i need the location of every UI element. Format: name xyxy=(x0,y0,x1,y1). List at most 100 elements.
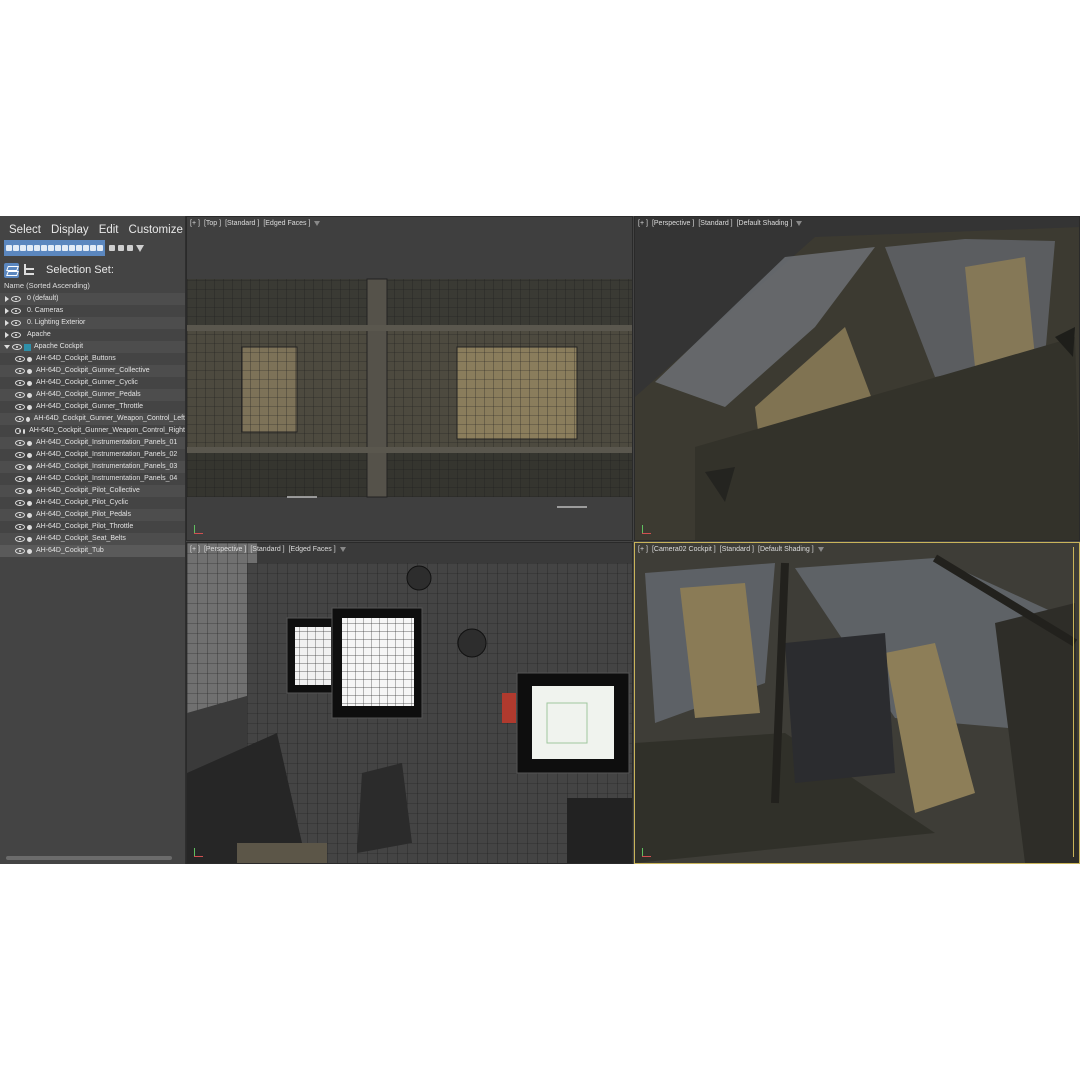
filter-geometry-icon[interactable] xyxy=(6,245,12,251)
tree-row-object[interactable]: AH-64D_Cockpit_Gunner_Pedals xyxy=(0,389,185,401)
tree-row-object[interactable]: AH-64D_Cockpit_Pilot_Throttle xyxy=(0,521,185,533)
viewport-menu-plus[interactable]: [+ ] xyxy=(638,220,648,227)
filter-shapes-icon[interactable] xyxy=(13,245,19,251)
viewport-top[interactable]: [+ ] [Top ] [Standard ] [Edged Faces ] xyxy=(186,216,633,541)
viewport-filter-icon[interactable] xyxy=(817,546,824,552)
viewport-camera02-cockpit[interactable]: [+ ] [Camera02 Cockpit ] [Standard ] [Defau… xyxy=(634,542,1080,864)
visibility-eye-icon[interactable] xyxy=(15,476,25,482)
visibility-eye-icon[interactable] xyxy=(15,404,25,410)
viewport-label[interactable]: [+ ] [Perspective ] [Standard ] [Edged Face… xyxy=(190,546,346,553)
tree-row-object[interactable]: AH-64D_Cockpit_Buttons xyxy=(0,353,185,365)
viewport-display-mode[interactable]: [Edged Faces ] xyxy=(289,546,336,553)
filter-invert-icon[interactable] xyxy=(97,245,103,251)
viewport-filter-icon[interactable] xyxy=(339,546,346,552)
viewport-filter-icon[interactable] xyxy=(796,220,803,226)
visibility-eye-icon[interactable] xyxy=(15,380,25,386)
visibility-eye-icon[interactable] xyxy=(11,296,21,302)
filter-cameras-icon[interactable] xyxy=(27,245,33,251)
visibility-eye-icon[interactable] xyxy=(15,464,25,470)
visibility-eye-icon[interactable] xyxy=(11,332,21,338)
expand-arrow-icon[interactable] xyxy=(5,332,9,338)
filter-helpers-icon[interactable] xyxy=(34,245,40,251)
horizontal-scrollbar[interactable] xyxy=(6,856,172,860)
menu-customize[interactable]: Customize xyxy=(124,224,188,238)
viewport-perspective[interactable]: [+ ] [Perspective ] [Standard ] [Default Sh… xyxy=(634,216,1080,541)
column-header-name[interactable]: Name (Sorted Ascending) xyxy=(0,280,185,292)
visibility-eye-icon[interactable] xyxy=(15,452,25,458)
visibility-eye-icon[interactable] xyxy=(15,512,25,518)
viewport-display-mode[interactable]: [Edged Faces ] xyxy=(263,220,310,227)
viewport-label[interactable]: [+ ] [Perspective ] [Standard ] [Default Sh… xyxy=(638,220,803,227)
visibility-eye-icon[interactable] xyxy=(15,368,25,374)
filter-hidden-icon[interactable] xyxy=(83,245,89,251)
viewport-shading[interactable]: [Standard ] xyxy=(250,546,284,553)
tree-row-object[interactable]: AH-64D_Cockpit_Gunner_Collective xyxy=(0,365,185,377)
tree-row-layer[interactable]: 0. Lighting Exterior xyxy=(0,317,185,329)
visibility-eye-icon[interactable] xyxy=(11,320,21,326)
tree-row-object[interactable]: AH-64D_Cockpit_Gunner_Weapon_Control_Lef… xyxy=(0,413,185,425)
viewport-menu-plus[interactable]: [+ ] xyxy=(190,220,200,227)
viewport-view-name[interactable]: [Perspective ] xyxy=(204,546,246,553)
viewport-display-mode[interactable]: [Default Shading ] xyxy=(737,220,793,227)
visibility-eye-icon[interactable] xyxy=(11,308,21,314)
tree-row-object[interactable]: AH-64D_Cockpit_Instrumentation_Panels_02 xyxy=(0,449,185,461)
tree-row-object[interactable]: AH-64D_Cockpit_Instrumentation_Panels_01 xyxy=(0,437,185,449)
visibility-eye-icon[interactable] xyxy=(15,440,25,446)
filter-frozen-icon[interactable] xyxy=(76,245,82,251)
tree-row-object[interactable]: AH-64D_Cockpit_Instrumentation_Panels_03 xyxy=(0,461,185,473)
viewport-perspective-2[interactable]: [+ ] [Perspective ] [Standard ] [Edged Face… xyxy=(186,542,633,864)
tree-row-layer[interactable]: Apache xyxy=(0,329,185,341)
menu-display[interactable]: Display xyxy=(46,224,94,238)
tree-row-object[interactable]: AH-64D_Cockpit_Gunner_Cyclic xyxy=(0,377,185,389)
tree-row-layer[interactable]: 0 (default) xyxy=(0,293,185,305)
filter-bones-icon[interactable] xyxy=(62,245,68,251)
viewport-menu-plus[interactable]: [+ ] xyxy=(190,546,200,553)
filter-spacewarps-icon[interactable] xyxy=(41,245,47,251)
select-invert-icon[interactable] xyxy=(127,245,133,251)
camera-viewport-scrollbar[interactable] xyxy=(1073,547,1077,857)
filter-funnel-icon[interactable] xyxy=(136,244,144,252)
filter-groups-icon[interactable] xyxy=(48,245,54,251)
visibility-eye-icon[interactable] xyxy=(15,392,25,398)
tree-row-object[interactable]: AH-64D_Cockpit_Tub xyxy=(0,545,185,557)
visibility-eye-icon[interactable] xyxy=(15,536,25,542)
menu-edit[interactable]: Edit xyxy=(94,224,124,238)
select-all-icon[interactable] xyxy=(109,245,115,251)
visibility-eye-icon[interactable] xyxy=(12,344,22,350)
filter-xrefs-icon[interactable] xyxy=(55,245,61,251)
viewport-display-mode[interactable]: [Default Shading ] xyxy=(758,546,814,553)
visibility-eye-icon[interactable] xyxy=(15,500,25,506)
tree-row-object[interactable]: AH-64D_Cockpit_Instrumentation_Panels_04 xyxy=(0,473,185,485)
visibility-eye-icon[interactable] xyxy=(15,356,25,362)
tree-row-object[interactable]: AH-64D_Cockpit_Gunner_Weapon_Control_Rig… xyxy=(0,425,185,437)
viewport-filter-icon[interactable] xyxy=(314,220,321,226)
filter-containers-icon[interactable] xyxy=(69,245,75,251)
expand-arrow-icon[interactable] xyxy=(5,296,9,302)
tree-row-object[interactable]: AH-64D_Cockpit_Pilot_Pedals xyxy=(0,509,185,521)
viewport-label[interactable]: [+ ] [Top ] [Standard ] [Edged Faces ] xyxy=(190,220,321,227)
tree-row-object[interactable]: AH-64D_Cockpit_Pilot_Collective xyxy=(0,485,185,497)
tree-row-object[interactable]: AH-64D_Cockpit_Pilot_Cyclic xyxy=(0,497,185,509)
filter-lights-icon[interactable] xyxy=(20,245,26,251)
tree-row-object[interactable]: AH-64D_Cockpit_Gunner_Throttle xyxy=(0,401,185,413)
sort-by-hierarchy-icon[interactable] xyxy=(23,263,35,277)
viewport-view-name[interactable]: [Top ] xyxy=(204,220,221,227)
visibility-eye-icon[interactable] xyxy=(15,428,21,434)
viewport-menu-plus[interactable]: [+ ] xyxy=(638,546,648,553)
viewport-shading[interactable]: [Standard ] xyxy=(698,220,732,227)
viewport-shading[interactable]: [Standard ] xyxy=(720,546,754,553)
viewport-shading[interactable]: [Standard ] xyxy=(225,220,259,227)
visibility-eye-icon[interactable] xyxy=(15,548,25,554)
expand-arrow-icon[interactable] xyxy=(5,320,9,326)
tree-row-object[interactable]: AH-64D_Cockpit_Seat_Belts xyxy=(0,533,185,545)
sort-by-layer-icon[interactable] xyxy=(4,262,19,278)
viewport-view-name[interactable]: [Perspective ] xyxy=(652,220,694,227)
expand-arrow-icon[interactable] xyxy=(5,308,9,314)
tree-row-layer[interactable]: 0. Cameras xyxy=(0,305,185,317)
select-none-icon[interactable] xyxy=(118,245,124,251)
filter-all-icon[interactable] xyxy=(90,245,96,251)
collapse-arrow-icon[interactable] xyxy=(4,345,10,349)
menu-select[interactable]: Select xyxy=(4,224,46,238)
viewport-view-name[interactable]: [Camera02 Cockpit ] xyxy=(652,546,716,553)
tree-row-layer[interactable]: Apache Cockpit xyxy=(0,341,185,353)
